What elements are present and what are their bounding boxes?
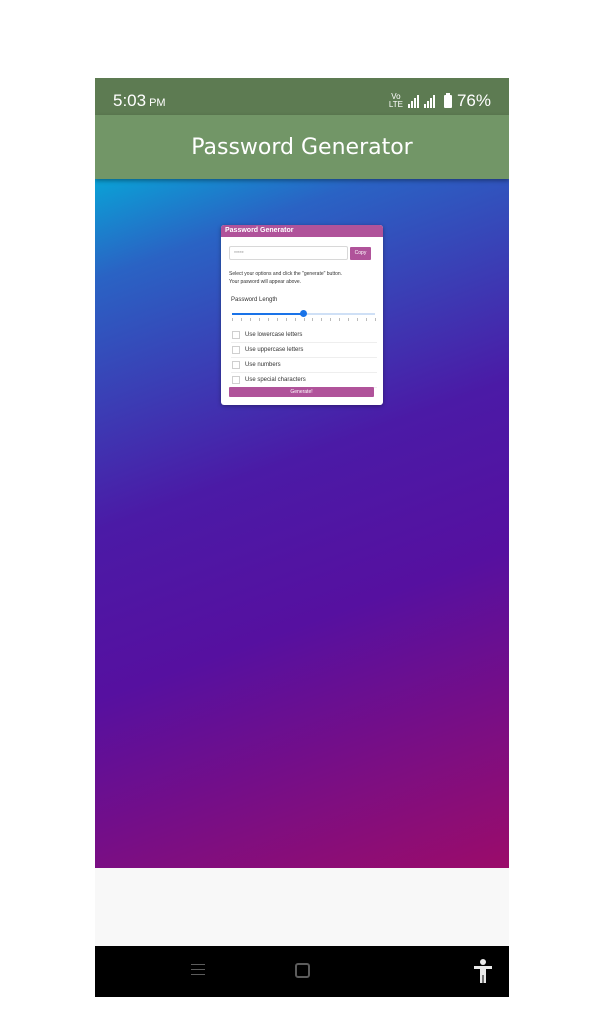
slider-tick xyxy=(258,318,260,321)
time-text: 5:03 xyxy=(113,91,147,110)
instructions-line-2: Your pasword will appear above. xyxy=(229,279,302,285)
signal-icon-2 xyxy=(423,94,435,108)
time-ampm: PM xyxy=(149,97,166,109)
app-title: Password Generator xyxy=(191,134,413,160)
app-bar: Password Generator xyxy=(95,115,509,179)
slider-tick xyxy=(267,318,269,321)
volte-icon: Vo LTE xyxy=(389,93,403,109)
slider-tick xyxy=(321,318,323,321)
slider-tick xyxy=(276,318,278,321)
status-indicators: Vo LTE 76% xyxy=(389,91,491,111)
slider-tick xyxy=(348,318,350,321)
slider-tick xyxy=(312,318,314,321)
option-lowercase[interactable]: Use lowercase letters xyxy=(231,327,377,343)
slider-tick xyxy=(366,318,368,321)
card-header: Password Generator xyxy=(221,225,383,237)
numbers-label: Use numbers xyxy=(245,361,281,368)
option-numbers[interactable]: Use numbers xyxy=(231,357,377,373)
slider-fill xyxy=(232,313,304,315)
system-nav-bar xyxy=(95,946,509,997)
copy-button[interactable]: Copy xyxy=(350,247,371,260)
menu-icon[interactable] xyxy=(191,960,205,979)
battery-percent: 76% xyxy=(456,91,491,110)
slider-tick xyxy=(339,318,341,321)
signal-icon xyxy=(407,94,419,108)
special-label: Use special characters xyxy=(245,376,306,383)
uppercase-label: Use uppercase letters xyxy=(245,346,304,353)
password-length-label: Password Length xyxy=(231,297,278,303)
home-icon[interactable] xyxy=(295,963,310,978)
password-output-field[interactable]: ***** xyxy=(229,246,348,260)
slider-tick xyxy=(303,318,305,321)
numbers-checkbox[interactable] xyxy=(232,360,240,369)
instructions-line-1: Select your options and click the "gener… xyxy=(229,271,343,277)
slider-tick xyxy=(375,318,376,321)
option-special[interactable]: Use special characters xyxy=(231,372,377,388)
generate-button[interactable]: Generate! xyxy=(229,387,374,397)
slider-ticks xyxy=(232,318,376,322)
volte-bottom-label: LTE xyxy=(388,100,403,109)
accessibility-icon[interactable] xyxy=(472,958,494,984)
slider-tick xyxy=(294,318,296,321)
instructions: Select your options and click the "gener… xyxy=(229,270,379,286)
slider-tick xyxy=(357,318,359,321)
gradient-content: Password Generator ***** Copy Select you… xyxy=(95,179,509,868)
slider-tick xyxy=(285,318,287,321)
battery-icon xyxy=(443,92,452,108)
lowercase-checkbox[interactable] xyxy=(232,330,240,339)
special-checkbox[interactable] xyxy=(232,375,240,384)
status-time: 5:03 PM xyxy=(113,91,166,111)
slider-tick xyxy=(240,318,242,321)
slider-tick xyxy=(249,318,251,321)
uppercase-checkbox[interactable] xyxy=(232,345,240,354)
password-row: ***** Copy xyxy=(229,246,372,262)
phone-screen: 5:03 PM Vo LTE 76% Password Generator Pass… xyxy=(95,78,509,997)
slider-tick xyxy=(232,318,233,321)
status-bar: 5:03 PM Vo LTE 76% xyxy=(95,78,509,115)
slider-tick xyxy=(330,318,332,321)
password-generator-card: Password Generator ***** Copy Select you… xyxy=(221,225,383,405)
lowercase-label: Use lowercase letters xyxy=(245,331,303,338)
option-uppercase[interactable]: Use uppercase letters xyxy=(231,342,377,358)
slider-thumb[interactable] xyxy=(300,310,307,317)
password-length-slider[interactable] xyxy=(232,310,375,317)
